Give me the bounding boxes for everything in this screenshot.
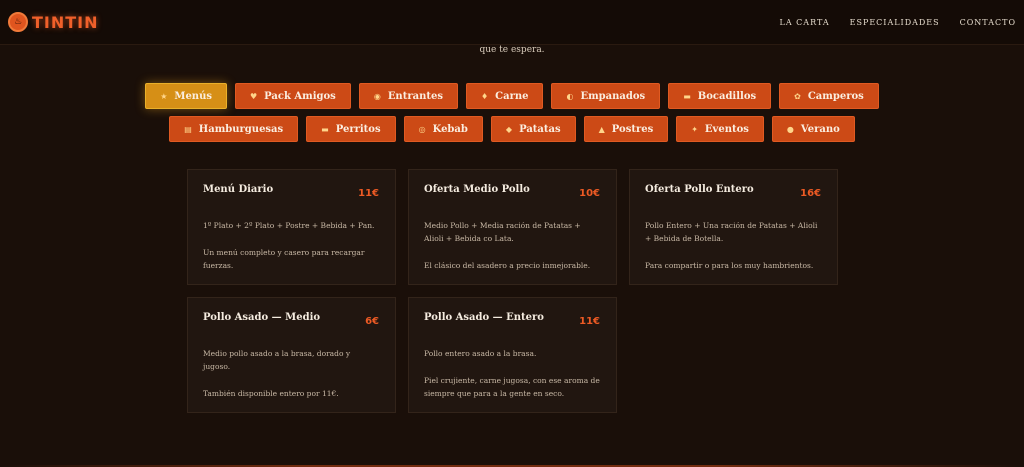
cake-icon: ▲ [598, 124, 605, 134]
card-price: 16€ [800, 188, 821, 199]
category-label: Eventos [704, 123, 749, 135]
menu-card-oferta-medio-pollo: Oferta Medio Pollo 10€ Medio Pollo + Med… [408, 169, 617, 285]
card-price: 11€ [358, 188, 379, 199]
star-icon: ★ [160, 91, 168, 101]
category-button-menus[interactable]: ★ Menús [145, 83, 227, 109]
top-navbar: ♨ TINTIN LA CARTA ESPECIALIDADES CONTACT… [0, 0, 1024, 45]
burger-icon: ▤ [184, 124, 192, 134]
category-button-hamburguesas[interactable]: ▤ Hamburguesas [169, 116, 299, 142]
category-label: Pack Amigos [264, 90, 336, 102]
kebab-icon: ◎ [418, 124, 426, 134]
card-note: También disponible entero por 11€. [203, 389, 339, 398]
nav-link-contacto[interactable]: CONTACTO [960, 18, 1016, 27]
menu-card-menu-diario: Menú Diario 11€ 1º Plato + 2º Plato + Po… [187, 169, 396, 285]
nav-link-la-carta[interactable]: LA CARTA [780, 18, 830, 27]
category-row-2: ▤ Hamburguesas ▬ Perritos ◎ Kebab ◆ Pata… [0, 116, 1024, 142]
category-button-empanados[interactable]: ◐ Empanados [551, 83, 661, 109]
category-button-entrantes[interactable]: ◉ Entrantes [358, 83, 458, 109]
meat-icon: ♦ [480, 91, 489, 101]
card-note: Piel crujiente, carne jugosa, con ese ar… [424, 376, 600, 398]
menu-card-pollo-asado-medio: Pollo Asado — Medio 6€ Medio pollo asado… [187, 297, 396, 413]
brand-name: TINTIN [32, 12, 99, 32]
card-note: El clásico del asadero a precio inmejora… [424, 261, 591, 270]
party-icon: ✦ [691, 124, 698, 134]
category-button-verano[interactable]: ● Verano [771, 116, 855, 142]
empanada-icon: ◐ [566, 91, 574, 101]
chicken-logo-icon: ♨ [8, 12, 28, 32]
card-price: 6€ [365, 316, 379, 327]
category-button-perritos[interactable]: ▬ Perritos [306, 116, 396, 142]
category-label: Empanados [580, 90, 646, 102]
category-button-kebab[interactable]: ◎ Kebab [403, 116, 483, 142]
nav-link-especialidades[interactable]: ESPECIALIDADES [850, 18, 940, 27]
sun-icon: ● [786, 124, 794, 134]
bowl-icon: ◉ [373, 91, 381, 101]
card-price: 10€ [579, 188, 600, 199]
category-filters: ★ Menús ♥ Pack Amigos ◉ Entrantes ♦ Carn… [0, 83, 1024, 149]
card-description: 1º Plato + 2º Plato + Postre + Bebida + … [203, 221, 375, 230]
main-nav: LA CARTA ESPECIALIDADES CONTACTO [780, 18, 1016, 27]
card-description: Pollo entero asado a la brasa. [424, 349, 537, 358]
category-button-eventos[interactable]: ✦ Eventos [676, 116, 764, 142]
category-label: Menús [174, 90, 212, 102]
card-title: Pollo Asado — Entero [424, 312, 544, 323]
category-button-carne[interactable]: ♦ Carne [465, 83, 544, 109]
intro-text: que te espera. [479, 45, 545, 55]
category-label: Camperos [807, 90, 864, 102]
card-title: Oferta Pollo Entero [645, 184, 754, 195]
menu-card-pollo-asado-entero: Pollo Asado — Entero 11€ Pollo entero as… [408, 297, 617, 413]
category-label: Kebab [432, 123, 468, 135]
card-description: Pollo Entero + Una ración de Patatas + A… [645, 221, 818, 243]
potato-icon: ◆ [505, 124, 513, 134]
category-button-camperos[interactable]: ✿ Camperos [779, 83, 879, 109]
sandwich-icon: ▬ [683, 91, 691, 101]
card-title: Oferta Medio Pollo [424, 184, 530, 195]
category-label: Verano [800, 123, 840, 135]
card-description: Medio Pollo + Media ración de Patatas + … [424, 221, 581, 243]
heart-icon: ♥ [249, 91, 258, 101]
category-label: Perritos [335, 123, 381, 135]
category-label: Entrantes [387, 90, 443, 102]
hotdog-icon: ▬ [321, 124, 329, 134]
category-row-1: ★ Menús ♥ Pack Amigos ◉ Entrantes ♦ Carn… [0, 83, 1024, 109]
menu-cards-grid: Menú Diario 11€ 1º Plato + 2º Plato + Po… [187, 169, 839, 413]
category-button-patatas[interactable]: ◆ Patatas [490, 116, 576, 142]
card-note: Un menú completo y casero para recargar … [203, 248, 365, 270]
category-label: Postres [611, 123, 654, 135]
menu-card-oferta-pollo-entero: Oferta Pollo Entero 16€ Pollo Entero + U… [629, 169, 838, 285]
category-label: Carne [495, 90, 529, 102]
category-label: Hamburguesas [198, 123, 284, 135]
card-note: Para compartir o para los muy hambriento… [645, 261, 814, 270]
category-label: Bocadillos [697, 90, 757, 102]
salad-icon: ✿ [794, 91, 801, 101]
card-title: Menú Diario [203, 184, 274, 195]
category-button-pack-amigos[interactable]: ♥ Pack Amigos [234, 83, 351, 109]
category-label: Patatas [519, 123, 561, 135]
card-price: 11€ [579, 316, 600, 327]
card-title: Pollo Asado — Medio [203, 312, 321, 323]
card-description: Medio pollo asado a la brasa, dorado y j… [203, 349, 351, 371]
brand[interactable]: ♨ TINTIN [8, 12, 99, 32]
category-button-bocadillos[interactable]: ▬ Bocadillos [668, 83, 772, 109]
category-button-postres[interactable]: ▲ Postres [583, 116, 669, 142]
